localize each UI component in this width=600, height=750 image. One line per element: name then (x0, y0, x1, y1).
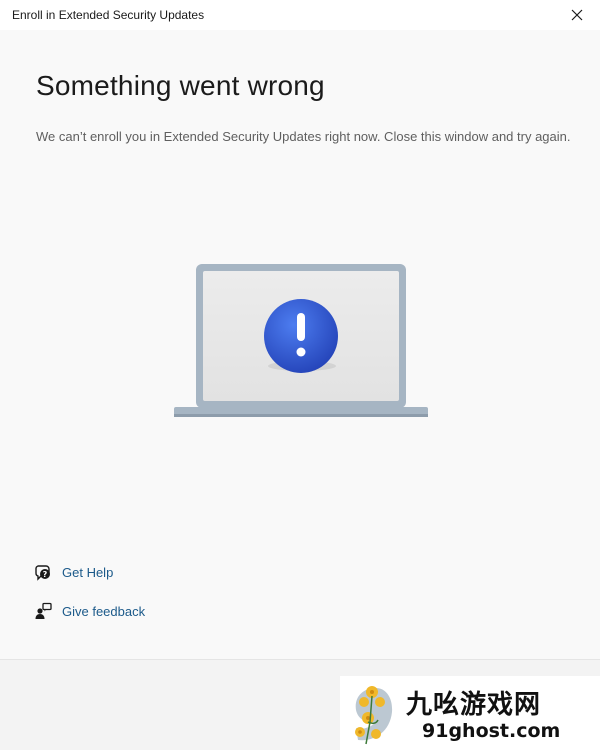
get-help-link[interactable]: ? Get Help (34, 563, 113, 581)
window-title: Enroll in Extended Security Updates (12, 8, 205, 22)
give-feedback-label: Give feedback (62, 603, 146, 619)
svg-text:?: ? (43, 570, 48, 579)
watermark-brand: 九吆游戏网 (406, 690, 542, 720)
give-feedback-link[interactable]: Give feedback (34, 602, 145, 620)
error-message: We can’t enroll you in Extended Security… (36, 129, 571, 144)
dialog-window: Enroll in Extended Security Updates Some… (0, 0, 600, 750)
watermark-url: 91ghost.com (422, 720, 561, 742)
title-bar: Enroll in Extended Security Updates (0, 0, 600, 30)
close-icon (571, 9, 583, 21)
watermark-logo (355, 686, 393, 745)
close-button[interactable] (554, 0, 600, 30)
watermark: 九吆游戏网 91ghost.com (340, 676, 600, 750)
laptop-error-illustration (174, 264, 428, 417)
help-chat-icon: ? (34, 563, 52, 581)
page-title: Something went wrong (36, 70, 325, 101)
get-help-label: Get Help (62, 564, 114, 580)
feedback-icon (34, 602, 52, 620)
